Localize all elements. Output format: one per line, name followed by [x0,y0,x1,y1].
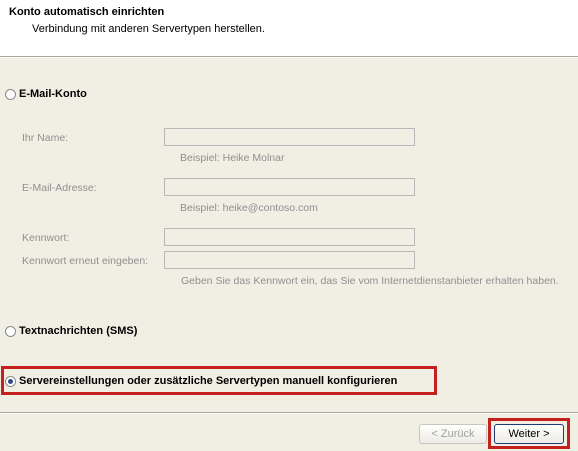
manual-config-radio[interactable] [5,375,16,387]
header-divider [0,56,578,58]
sms-label: Textnachrichten (SMS) [19,325,138,337]
password-input[interactable] [164,228,415,246]
manual-config-label: Servereinstellungen oder zusätzliche Ser… [19,375,398,387]
email-hint: Beispiel: heike@contoso.com [180,202,318,214]
next-button[interactable]: Weiter > [494,424,564,444]
wizard-title: Konto automatisch einrichten [9,6,165,18]
name-label: Ihr Name: [22,132,69,144]
footer-divider [0,412,578,414]
sms-radio[interactable] [5,325,16,337]
wizard-header: Konto automatisch einrichten Verbindung … [0,0,578,56]
email-label: E-Mail-Adresse: [22,182,97,194]
option-manual-config[interactable]: Servereinstellungen oder zusätzliche Ser… [5,375,397,387]
password-label: Kennwort: [22,232,70,244]
password-repeat-label: Kennwort erneut eingeben: [22,255,149,267]
name-input[interactable] [164,128,415,146]
password-repeat-input[interactable] [164,251,415,269]
name-hint: Beispiel: Heike Molnar [180,152,285,164]
wizard-subtitle: Verbindung mit anderen Servertypen herst… [32,23,265,35]
option-email-account[interactable]: E-Mail-Konto [5,88,87,100]
email-account-radio[interactable] [5,88,16,100]
email-account-label: E-Mail-Konto [19,88,87,100]
password-hint: Geben Sie das Kennwort ein, das Sie vom … [181,275,559,287]
option-sms[interactable]: Textnachrichten (SMS) [5,325,137,337]
back-button[interactable]: < Zurück [419,424,487,444]
email-input[interactable] [164,178,415,196]
